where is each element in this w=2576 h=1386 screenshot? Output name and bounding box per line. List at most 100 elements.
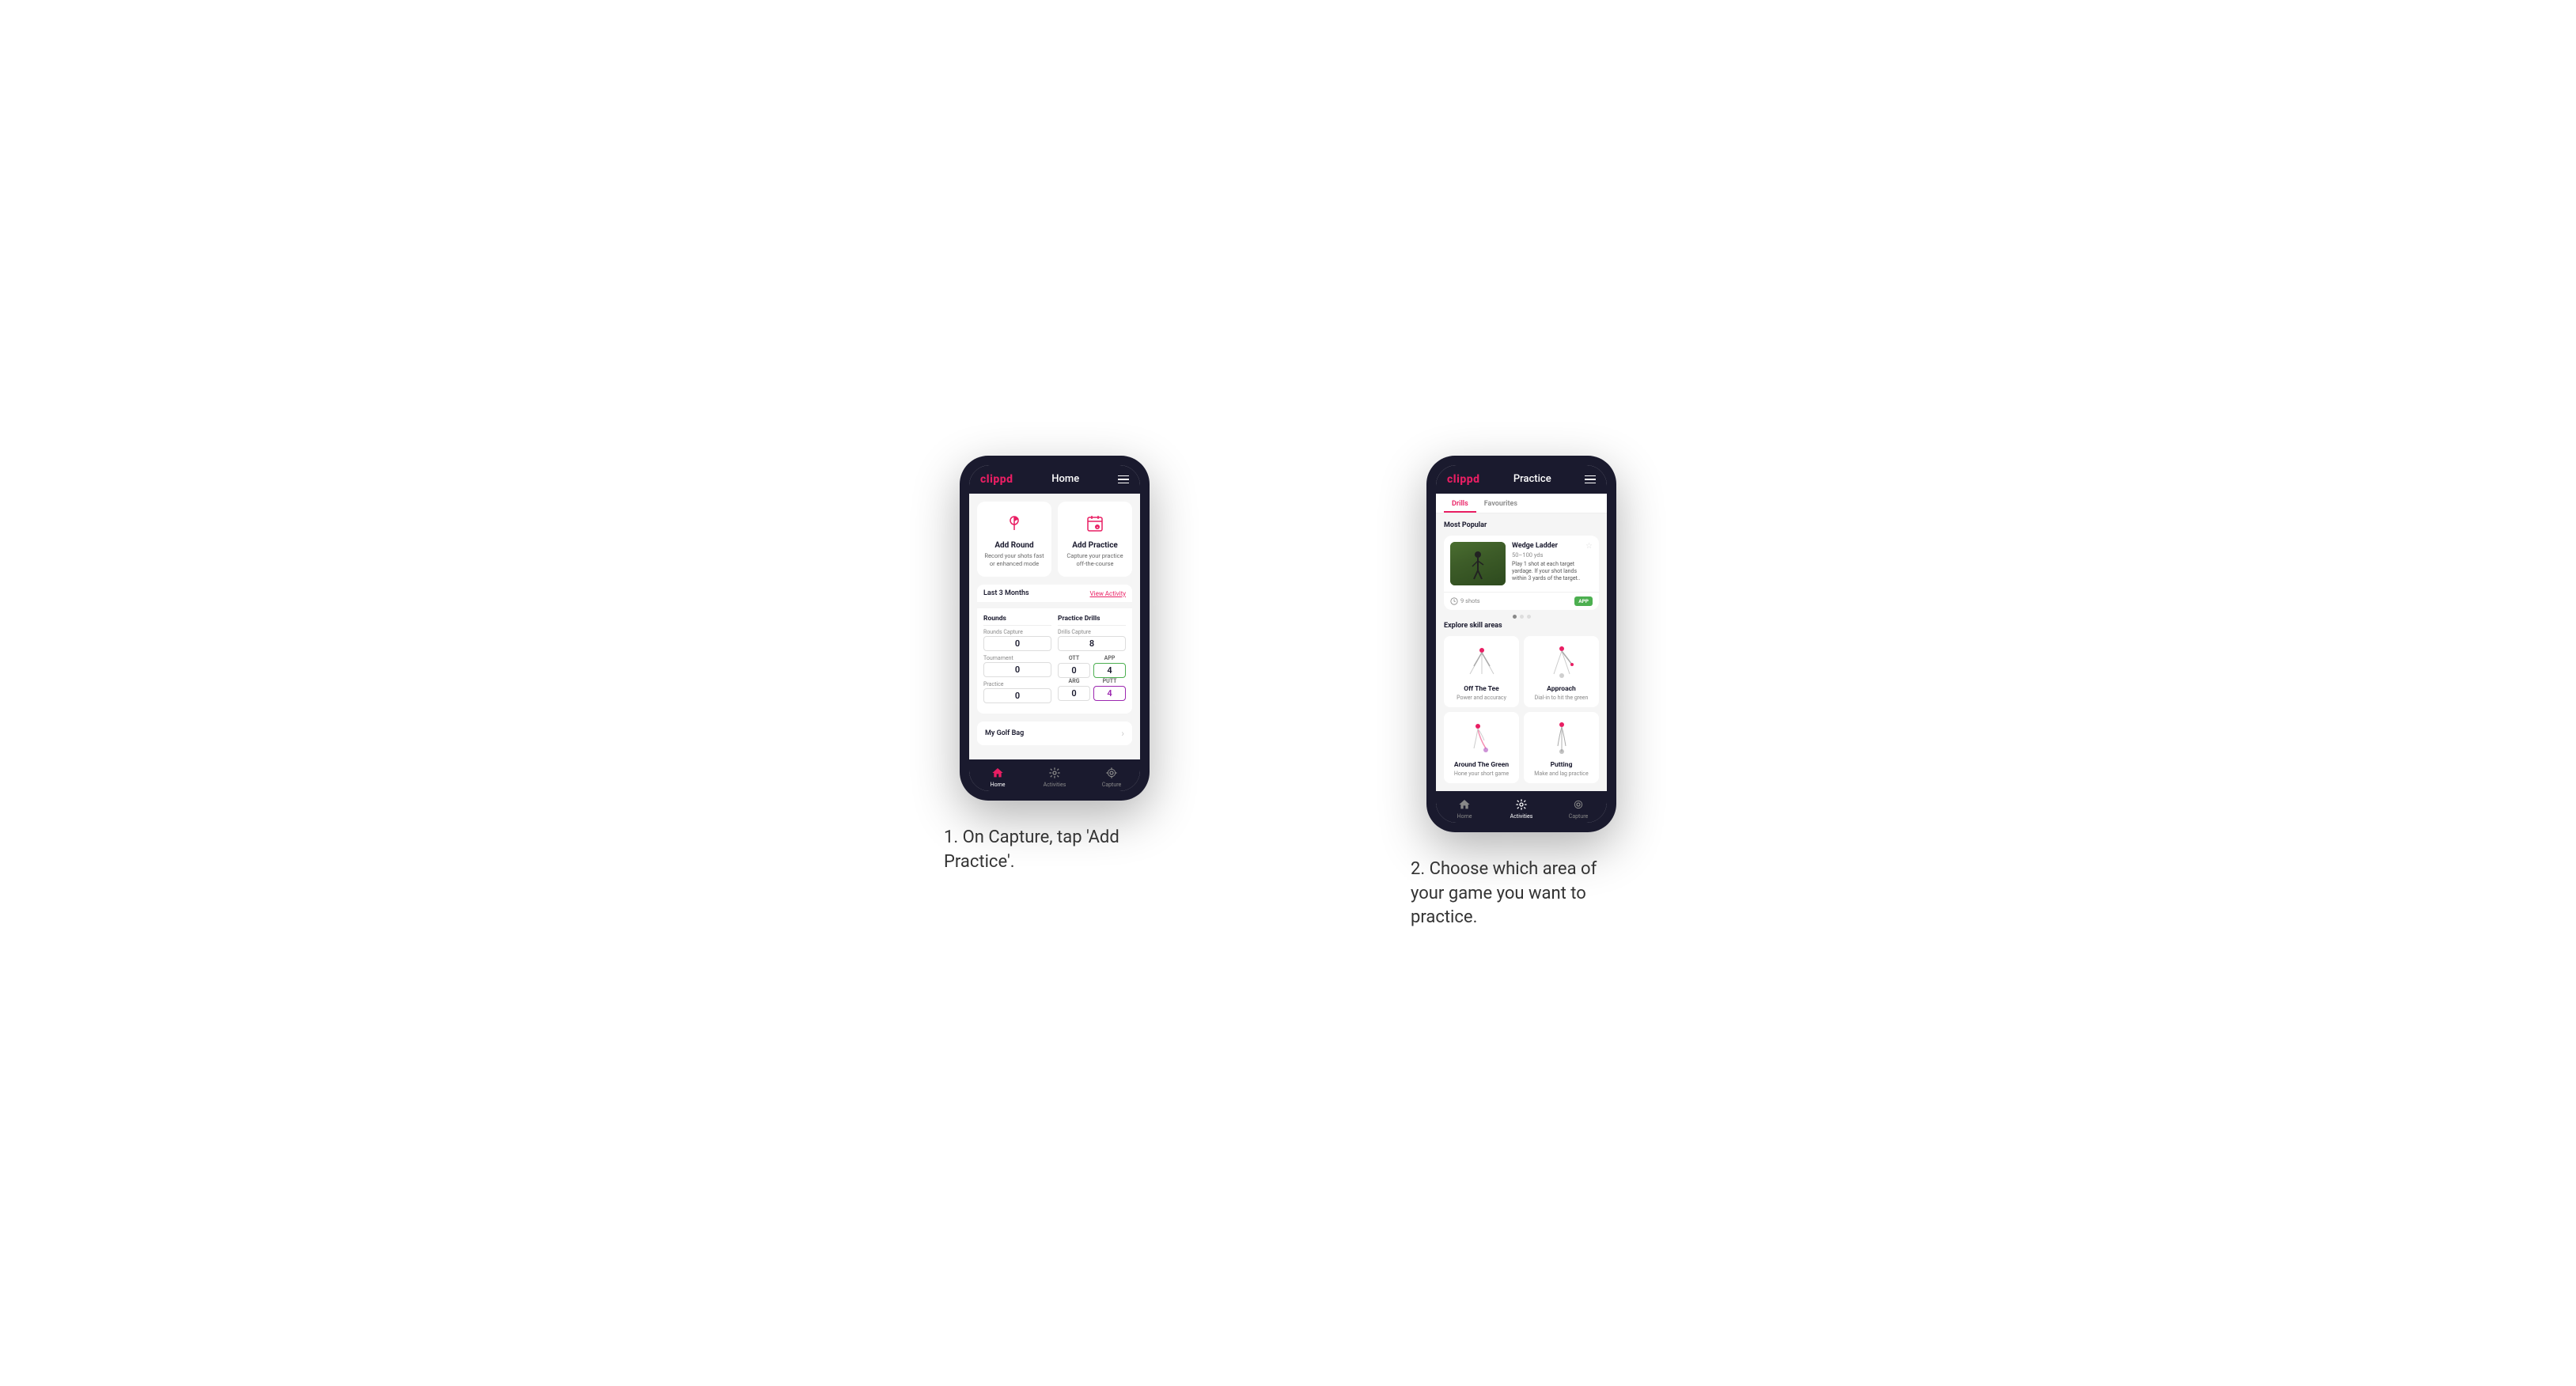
skill-card-ott[interactable]: Off The Tee Power and accuracy: [1444, 636, 1519, 707]
view-activity-link[interactable]: View Activity: [1090, 590, 1126, 597]
add-round-title: Add Round: [994, 541, 1033, 550]
skill-card-putting[interactable]: Putting Make and lag practice: [1524, 712, 1599, 783]
golf-bag-row[interactable]: My Golf Bag ›: [977, 721, 1132, 745]
putting-title: Putting: [1551, 761, 1573, 769]
activities-icon: [1047, 766, 1062, 780]
ott-label: OTT: [1058, 655, 1090, 661]
putt-value: 4: [1093, 686, 1126, 701]
drill-yards: 50–100 yds: [1512, 551, 1593, 559]
arg-col: ARG 0: [1058, 678, 1090, 701]
nav2-capture[interactable]: Capture: [1550, 797, 1607, 820]
add-round-card[interactable]: Add Round Record your shots fast or enha…: [977, 502, 1051, 578]
phone1: clippd Home: [960, 456, 1150, 801]
dot-2: [1520, 615, 1524, 619]
drills-capture-value: 8: [1058, 636, 1126, 651]
stats-header: Last 3 Months View Activity: [977, 585, 1132, 602]
add-practice-desc: Capture your practice off-the-course: [1064, 552, 1126, 568]
drills-title: Practice Drills: [1058, 615, 1126, 626]
nav2-activities-label: Activities: [1510, 813, 1533, 820]
add-round-desc: Record your shots fast or enhanced mode: [983, 552, 1045, 568]
rounds-col: Rounds Rounds Capture 0 Tournament 0 Pra…: [983, 615, 1051, 707]
skill-card-atg[interactable]: Around The Green Hone your short game: [1444, 712, 1519, 783]
app-col: APP 4: [1093, 655, 1126, 678]
most-popular-title: Most Popular: [1444, 521, 1599, 529]
skill-card-approach[interactable]: Approach Dial-in to hit the green: [1524, 636, 1599, 707]
ott-diagram: [1462, 642, 1502, 682]
phone2-menu-icon[interactable]: [1585, 475, 1596, 484]
capture2-icon: [1571, 797, 1585, 812]
nav-activities-label: Activities: [1044, 782, 1066, 788]
tab-drills[interactable]: Drills: [1444, 494, 1476, 513]
ott-col: OTT 0: [1058, 655, 1090, 678]
drills-capture-item: Drills Capture 8: [1058, 629, 1126, 651]
add-practice-card[interactable]: + Add Practice Capture your practice off…: [1058, 502, 1132, 578]
phone1-menu-icon[interactable]: [1118, 475, 1129, 484]
shots-info: 9 shots: [1450, 597, 1480, 605]
arg-label: ARG: [1058, 678, 1090, 684]
nav-capture[interactable]: Capture: [1083, 766, 1140, 788]
practice-item: Practice 0: [983, 681, 1051, 703]
app-label: APP: [1093, 655, 1126, 661]
phone1-content: Add Round Record your shots fast or enha…: [969, 494, 1140, 760]
phone2-screen: clippd Practice Drills Favourites Most P…: [1436, 465, 1607, 823]
explore-section-title: Explore skill areas: [1444, 622, 1599, 630]
dot-3: [1527, 615, 1531, 619]
atg-desc: Hone your short game: [1454, 771, 1509, 777]
featured-drill-info: Wedge Ladder ☆ 50–100 yds Play 1 shot at…: [1512, 542, 1593, 585]
drill-thumbnail: [1450, 542, 1506, 585]
nav-capture-label: Capture: [1102, 782, 1121, 788]
phone2-header: clippd Practice: [1436, 465, 1607, 494]
nav2-activities[interactable]: Activities: [1493, 797, 1550, 820]
featured-card-inner: Wedge Ladder ☆ 50–100 yds Play 1 shot at…: [1444, 536, 1599, 592]
skill-areas-grid: Off The Tee Power and accuracy: [1444, 636, 1599, 783]
home-icon: [991, 766, 1005, 780]
tournament-value: 0: [983, 662, 1051, 677]
drills-capture-label: Drills Capture: [1058, 629, 1126, 635]
tabs-row: Drills Favourites: [1436, 494, 1607, 513]
tournament-item: Tournament 0: [983, 655, 1051, 677]
ott-value: 0: [1058, 663, 1090, 678]
nav-home-label: Home: [991, 782, 1006, 788]
favourite-star-icon[interactable]: ☆: [1585, 542, 1593, 551]
app-badge: APP: [1574, 596, 1593, 606]
phone2-logo: clippd: [1447, 473, 1480, 486]
phone1-logo: clippd: [980, 473, 1013, 486]
golf-bag-label: My Golf Bag: [985, 729, 1024, 737]
add-practice-title: Add Practice: [1072, 541, 1118, 550]
phone2-section: clippd Practice Drills Favourites Most P…: [1320, 456, 1723, 930]
ott-title: Off The Tee: [1464, 685, 1498, 693]
tab-favourites[interactable]: Favourites: [1476, 494, 1525, 513]
rounds-capture-item: Rounds Capture 0: [983, 629, 1051, 651]
featured-drill-card[interactable]: Wedge Ladder ☆ 50–100 yds Play 1 shot at…: [1444, 536, 1599, 610]
arg-value: 0: [1058, 686, 1090, 701]
phone2: clippd Practice Drills Favourites Most P…: [1426, 456, 1616, 832]
rounds-capture-value: 0: [983, 636, 1051, 651]
capture-icon: [1104, 766, 1119, 780]
caption2: 2. Choose which area of your game you wa…: [1411, 858, 1632, 930]
nav2-capture-label: Capture: [1569, 813, 1588, 820]
nav2-home-label: Home: [1457, 813, 1472, 820]
phone1-screen: clippd Home: [969, 465, 1140, 792]
phone2-bottom-nav: Home Activities: [1436, 791, 1607, 823]
shots-count: 9 shots: [1460, 597, 1480, 604]
drills-col: Practice Drills Drills Capture 8 OTT 0: [1058, 615, 1126, 707]
practice-label: Practice: [983, 681, 1051, 687]
rounds-capture-label: Rounds Capture: [983, 629, 1051, 635]
ott-app-row: OTT 0 APP 4: [1058, 655, 1126, 678]
period-label: Last 3 Months: [983, 589, 1029, 597]
clock-icon: [1450, 597, 1458, 605]
nav-activities[interactable]: Activities: [1026, 766, 1083, 788]
home2-icon: [1457, 797, 1472, 812]
phone2-title: Practice: [1513, 473, 1551, 485]
putting-diagram: [1542, 718, 1582, 758]
nav-home[interactable]: Home: [969, 766, 1026, 788]
stats-container: Rounds Rounds Capture 0 Tournament 0 Pra…: [977, 608, 1132, 714]
phone1-bottom-nav: Home Activities: [969, 759, 1140, 791]
dot-indicators: [1444, 615, 1599, 619]
phone1-section: clippd Home: [853, 456, 1256, 875]
ott-desc: Power and accuracy: [1457, 695, 1506, 701]
rounds-title: Rounds: [983, 615, 1051, 626]
nav2-home[interactable]: Home: [1436, 797, 1493, 820]
practice-content: Most Popular: [1436, 513, 1607, 791]
tournament-label: Tournament: [983, 655, 1051, 661]
